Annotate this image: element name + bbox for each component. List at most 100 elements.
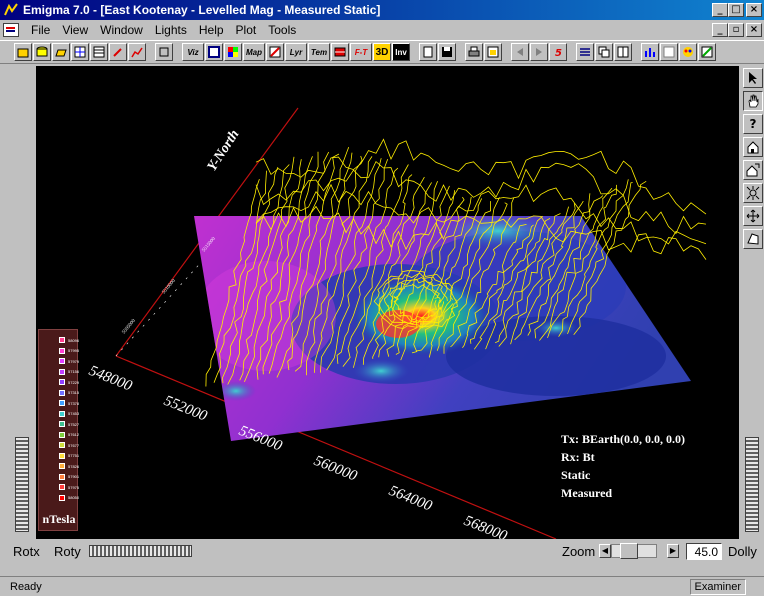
inv-button[interactable]: Inv: [392, 43, 410, 61]
legend-row: 57979: [59, 357, 79, 365]
table2-icon[interactable]: [660, 43, 678, 61]
seek-icon[interactable]: [743, 206, 763, 226]
legend-swatch: [59, 473, 65, 480]
color-map-icon[interactable]: [224, 43, 242, 61]
legend-row: 57677: [59, 441, 79, 449]
layers-icon[interactable]: [155, 43, 173, 61]
close-icon[interactable]: ×: [746, 3, 762, 17]
perspective-icon[interactable]: [743, 229, 763, 249]
legend-value: 57995: [68, 348, 80, 353]
menu-help[interactable]: Help: [193, 23, 230, 37]
roty-label: Roty: [54, 544, 81, 559]
home-icon[interactable]: [743, 137, 763, 157]
palette-icon[interactable]: [679, 43, 697, 61]
legend-swatch: [59, 358, 65, 364]
document-icon[interactable]: [3, 23, 19, 37]
dolly-label: Dolly: [728, 544, 757, 559]
info-line-static: Static: [561, 468, 591, 482]
new-project-icon[interactable]: [14, 43, 32, 61]
roty-wheel[interactable]: [89, 545, 192, 557]
section-icon[interactable]: [266, 43, 284, 61]
ft-button[interactable]: F-T: [350, 43, 372, 61]
tile-icon[interactable]: [614, 43, 632, 61]
print-icon[interactable]: [465, 43, 483, 61]
legend-value: 57378: [68, 400, 80, 406]
title-bar[interactable]: Emigma 7.0 - [East Kootenay - Levelled M…: [0, 0, 764, 20]
viz-button[interactable]: Viz: [182, 43, 204, 61]
cascade-icon[interactable]: [595, 43, 613, 61]
doc-minimize-icon[interactable]: _: [712, 23, 728, 37]
step-icon[interactable]: 5: [549, 43, 567, 61]
window-controls: _ □ ×: [712, 3, 762, 17]
menu-window[interactable]: Window: [94, 23, 149, 37]
doc-close-icon[interactable]: ×: [746, 23, 762, 37]
viewer-mode: Examiner: [689, 579, 746, 595]
legend-value: 57453: [68, 411, 80, 416]
help-icon[interactable]: ?: [743, 114, 763, 134]
table-icon[interactable]: [90, 43, 108, 61]
3d-viewport[interactable]: 5480005520005560005600005640005680005720…: [36, 66, 739, 539]
tem-button[interactable]: Tem: [308, 43, 330, 61]
hand-icon[interactable]: [743, 91, 763, 111]
legend-row: 57975: [59, 483, 79, 491]
y-tick-label: 5510000: [162, 278, 177, 295]
status-bar: Ready Examiner: [0, 576, 764, 596]
menu-plot[interactable]: Plot: [230, 23, 263, 37]
rotx-label: Rotx: [13, 544, 40, 559]
maximize-icon[interactable]: □: [728, 3, 744, 17]
view-all-icon[interactable]: [743, 183, 763, 203]
legend-value: 58096: [68, 337, 80, 343]
edit-icon[interactable]: [109, 43, 127, 61]
rotx-wheel[interactable]: [15, 437, 29, 532]
chart-icon[interactable]: [128, 43, 146, 61]
zoom-slider-thumb[interactable]: [620, 543, 638, 559]
y-axis-ticks: 550500055100005515000: [122, 236, 217, 335]
arrow-left-icon[interactable]: [511, 43, 529, 61]
status-text: Ready: [10, 581, 42, 593]
legend-value: 57229: [68, 379, 80, 385]
legend-swatch: [59, 368, 65, 375]
viewer-controls: Rotx Roty Zoom ◀ ▶ 45.0 Dolly: [0, 540, 764, 562]
zoom-value-field[interactable]: 45.0: [686, 543, 722, 560]
select-arrow-icon[interactable]: [743, 68, 763, 88]
app-icon[interactable]: [3, 2, 19, 18]
legend-row: 57378: [59, 399, 79, 407]
svg-text:5: 5: [555, 48, 562, 58]
info-line-measured: Measured: [561, 486, 613, 500]
grid-icon[interactable]: [71, 43, 89, 61]
arrow-right-icon[interactable]: [530, 43, 548, 61]
minimize-icon[interactable]: _: [712, 3, 728, 17]
image-icon[interactable]: [484, 43, 502, 61]
zoom-decrease-icon[interactable]: ◀: [599, 544, 611, 558]
legend-value: 57979: [68, 358, 80, 364]
menu-file[interactable]: File: [25, 23, 56, 37]
set-home-icon[interactable]: [743, 160, 763, 180]
legend-row: 57612: [59, 431, 79, 439]
legend-row: 57527: [59, 420, 79, 428]
new-file-icon[interactable]: [419, 43, 437, 61]
histogram-icon[interactable]: [641, 43, 659, 61]
menu-tools[interactable]: Tools: [262, 23, 302, 37]
zoom-increase-icon[interactable]: ▶: [667, 544, 679, 558]
open-icon[interactable]: [52, 43, 70, 61]
menu-view[interactable]: View: [56, 23, 94, 37]
3d-button[interactable]: 3D: [373, 43, 391, 61]
legend-value: 57975: [68, 484, 80, 490]
doc-restore-icon[interactable]: ▫: [728, 23, 744, 37]
legend-swatch: [59, 442, 65, 448]
contour-icon[interactable]: [698, 43, 716, 61]
profile-icon[interactable]: [331, 43, 349, 61]
view-window-icon[interactable]: [205, 43, 223, 61]
database-icon[interactable]: [33, 43, 51, 61]
legend-swatch: [59, 379, 65, 385]
save-icon[interactable]: [438, 43, 456, 61]
lyr-button[interactable]: Lyr: [285, 43, 307, 61]
menu-lights[interactable]: Lights: [149, 23, 193, 37]
list-icon[interactable]: [576, 43, 594, 61]
menu-bar: File View Window Lights Help Plot Tools …: [0, 20, 764, 40]
y-tick-label: 5505000: [122, 318, 137, 335]
viewer-tools: ?: [742, 66, 764, 539]
map-button[interactable]: Map: [243, 43, 265, 61]
legend-swatch: [59, 389, 65, 396]
info-line-tx: Tx: BEarth(0.0, 0.0, 0.0): [561, 432, 685, 446]
